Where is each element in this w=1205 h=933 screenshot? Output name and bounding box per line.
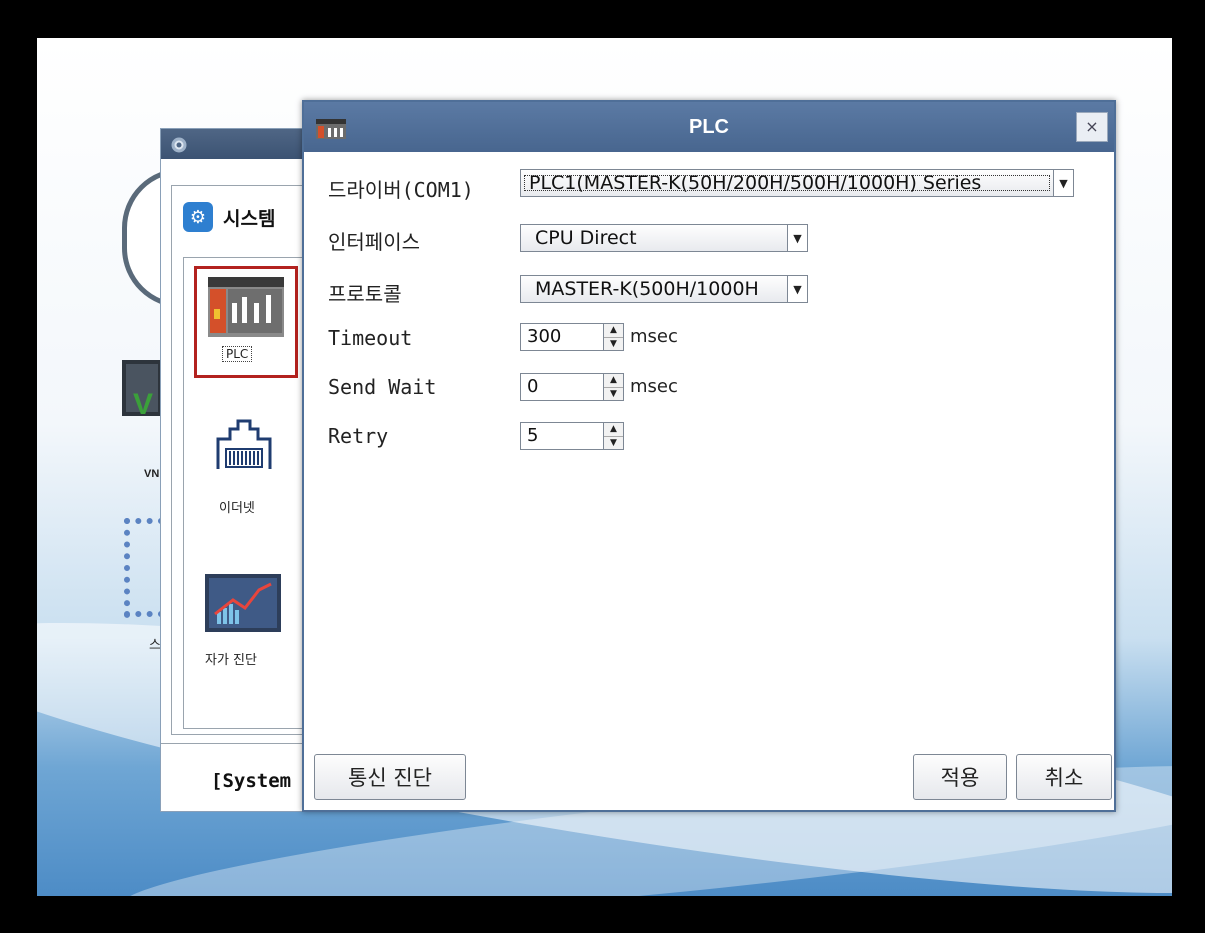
ethernet-icon	[216, 419, 272, 469]
send-wait-label: Send Wait	[328, 375, 437, 399]
settings-icon: ⚙	[183, 202, 213, 232]
timeout-input[interactable]: 300	[520, 323, 604, 351]
spin-down-icon[interactable]: ▼	[604, 437, 623, 450]
dotted-frame-top	[124, 518, 164, 524]
plc-dialog: PLC × 드라이버(COM1) PLC1(MASTER-K(50H/200H/…	[302, 100, 1116, 812]
system-header-text: 시스템	[223, 207, 276, 230]
dropdown-arrow-icon[interactable]: ▼	[787, 276, 807, 302]
dotted-frame-bottom	[124, 611, 164, 617]
timeout-label: Timeout	[328, 326, 413, 350]
system-header: ⚙ 시스템	[183, 199, 275, 235]
apply-button[interactable]: 적용	[913, 754, 1007, 800]
dialog-titlebar[interactable]: PLC ×	[304, 102, 1114, 152]
dotted-frame-icon	[124, 518, 164, 618]
spin-down-icon[interactable]: ▼	[604, 338, 623, 351]
ethernet-label: 이더넷	[219, 501, 255, 516]
interface-label: 인터페이스	[328, 230, 420, 254]
retry-spinner[interactable]: 5 ▲ ▼	[520, 422, 624, 450]
diagnostics-label: 자가 진단	[205, 653, 257, 668]
timeout-spinner[interactable]: 300 ▲ ▼	[520, 323, 624, 351]
dropdown-arrow-icon[interactable]: ▼	[787, 225, 807, 251]
driver-select[interactable]: PLC1(MASTER-K(50H/200H/500H/1000H) Serie…	[520, 169, 1074, 197]
dialog-title: PLC	[689, 116, 729, 138]
driver-value: PLC1(MASTER-K(50H/200H/500H/1000H) Serie…	[521, 172, 1053, 194]
plc-icon	[208, 277, 284, 337]
spin-up-icon[interactable]: ▲	[604, 324, 623, 338]
gear-icon	[171, 137, 187, 153]
close-button[interactable]: ×	[1076, 112, 1108, 142]
send-wait-unit: msec	[630, 376, 678, 397]
protocol-value: MASTER-K(500H/1000H	[535, 278, 759, 300]
interface-value: CPU Direct	[535, 227, 637, 249]
retry-label: Retry	[328, 424, 389, 448]
diagnostics-icon	[205, 574, 281, 632]
vnc-label: VN	[144, 468, 160, 480]
driver-label: 드라이버(COM1)	[328, 178, 474, 202]
cancel-button[interactable]: 취소	[1016, 754, 1112, 800]
timeout-unit: msec	[630, 326, 678, 347]
send-wait-input[interactable]: 0	[520, 373, 604, 401]
protocol-select[interactable]: MASTER-K(500H/1000H ▼	[520, 275, 808, 303]
diagnose-button[interactable]: 통신 진단	[314, 754, 466, 800]
spin-buttons[interactable]: ▲ ▼	[604, 373, 624, 401]
spin-up-icon[interactable]: ▲	[604, 423, 623, 437]
system-footer-text: [System	[211, 770, 292, 792]
spin-down-icon[interactable]: ▼	[604, 388, 623, 401]
spin-buttons[interactable]: ▲ ▼	[604, 323, 624, 351]
plc-label: PLC	[222, 346, 253, 362]
interface-select[interactable]: CPU Direct ▼	[520, 224, 808, 252]
spin-up-icon[interactable]: ▲	[604, 374, 623, 388]
send-wait-spinner[interactable]: 0 ▲ ▼	[520, 373, 624, 401]
vnc-logo: V	[133, 388, 154, 421]
protocol-label: 프로토콜	[328, 282, 402, 306]
spin-buttons[interactable]: ▲ ▼	[604, 422, 624, 450]
dropdown-arrow-icon[interactable]: ▼	[1053, 170, 1073, 196]
retry-input[interactable]: 5	[520, 422, 604, 450]
